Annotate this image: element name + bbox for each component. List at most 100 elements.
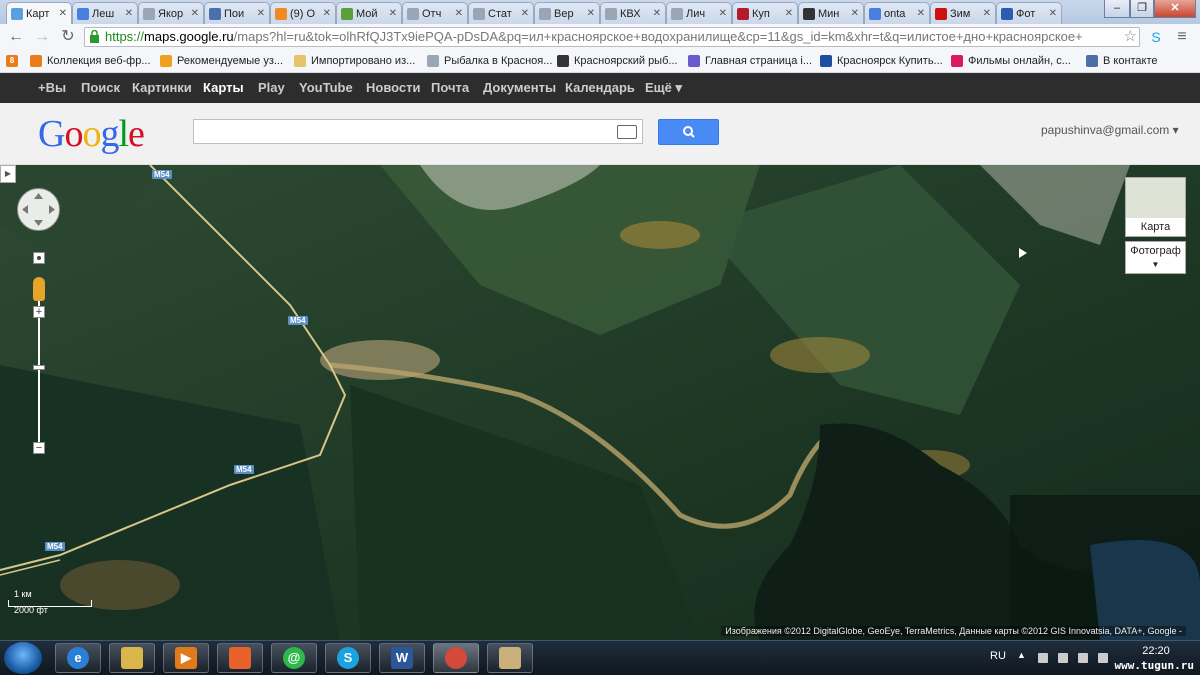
tab-title: Куп xyxy=(752,7,770,20)
pan-control-icon[interactable] xyxy=(16,187,61,232)
gbar-link[interactable]: Play xyxy=(258,80,285,95)
bookmark-item[interactable]: Главная страница i... xyxy=(688,53,812,69)
browser-tab[interactable]: Отч ✕ xyxy=(402,2,468,24)
gbar-link[interactable]: Календарь xyxy=(565,80,635,95)
clock[interactable]: 22:20 xyxy=(1138,645,1174,657)
browser-tab[interactable]: Леш ✕ xyxy=(72,2,138,24)
taskbar-folder-button[interactable] xyxy=(487,643,533,673)
bookmark-item[interactable]: Рыбалка в Красноя... xyxy=(427,53,552,69)
tab-close-icon[interactable]: ✕ xyxy=(191,8,199,19)
bookmark-star-icon[interactable]: ☆ xyxy=(1124,28,1137,46)
language-indicator[interactable]: RU xyxy=(990,650,1006,662)
bookmarks-bar: 8 Коллекция веб-фр... Рекомендуемые уз...… xyxy=(0,50,1200,73)
tab-close-icon[interactable]: ✕ xyxy=(323,8,331,19)
gbar-link[interactable]: Ещё ▾ xyxy=(645,80,682,96)
search-button[interactable] xyxy=(658,119,719,145)
gbar-link[interactable]: +Вы xyxy=(38,80,66,95)
minimize-button[interactable]: – xyxy=(1104,0,1130,18)
browser-tab[interactable]: onta ✕ xyxy=(864,2,930,24)
collapse-panel-button[interactable]: ▶ xyxy=(0,165,16,183)
gbar-link[interactable]: Картинки xyxy=(132,80,192,95)
bookmark-item[interactable]: Красноярский рыб... xyxy=(557,53,678,69)
browser-tab[interactable]: Фот ✕ xyxy=(996,2,1062,24)
taskbar-gallery-button[interactable] xyxy=(217,643,263,673)
gbar-link[interactable]: Новости xyxy=(366,80,421,95)
apps-icon[interactable]: 8 xyxy=(6,53,23,69)
account-email[interactable]: papushinva@gmail.com ▾ xyxy=(1041,123,1179,137)
bookmark-item[interactable]: Рекомендуемые уз... xyxy=(160,53,283,69)
skype-extension-icon[interactable]: S xyxy=(1146,27,1166,47)
taskbar-skype-button[interactable]: S xyxy=(325,643,371,673)
reload-icon[interactable]: ↻ xyxy=(58,27,78,47)
network-icon[interactable] xyxy=(1058,653,1068,663)
tab-favicon-icon xyxy=(737,7,749,20)
gbar-link[interactable]: Почта xyxy=(431,80,469,95)
browser-tab[interactable]: Карт ✕ xyxy=(6,2,72,24)
zoom-in-button[interactable]: + xyxy=(33,306,45,318)
back-icon[interactable]: ← xyxy=(6,27,26,47)
gbar-link[interactable]: YouTube xyxy=(299,80,353,95)
taskbar-word-button[interactable]: W xyxy=(379,643,425,673)
maptype-map-thumbnail[interactable]: Карта xyxy=(1125,177,1186,237)
bookmark-item[interactable]: Коллекция веб-фр... xyxy=(30,53,151,69)
address-bar[interactable]: https://maps.google.ru/maps?hl=ru&tok=ol… xyxy=(84,27,1140,47)
tab-close-icon[interactable]: ✕ xyxy=(125,8,133,19)
zoom-slider-handle[interactable] xyxy=(33,365,45,370)
gbar-link[interactable]: Поиск xyxy=(81,80,120,95)
tab-close-icon[interactable]: ✕ xyxy=(983,8,991,19)
gbar-link[interactable]: Карты xyxy=(203,80,244,95)
tab-close-icon[interactable]: ✕ xyxy=(389,8,397,19)
close-window-button[interactable]: ✕ xyxy=(1154,0,1196,18)
expand-arrow-icon[interactable] xyxy=(1019,248,1027,258)
browser-tab[interactable]: Пои ✕ xyxy=(204,2,270,24)
browser-tab[interactable]: Куп ✕ xyxy=(732,2,798,24)
map-canvas[interactable]: M54 M54 M54 M54 ▶ + − Карта Фотограф ▼ 1… xyxy=(0,165,1200,640)
start-button[interactable] xyxy=(4,642,42,674)
tab-close-icon[interactable]: ✕ xyxy=(59,8,67,19)
browser-tab[interactable]: Лич ✕ xyxy=(666,2,732,24)
tab-close-icon[interactable]: ✕ xyxy=(587,8,595,19)
maximize-button[interactable]: ❐ xyxy=(1130,0,1154,18)
tab-close-icon[interactable]: ✕ xyxy=(521,8,529,19)
tab-close-icon[interactable]: ✕ xyxy=(917,8,925,19)
tab-close-icon[interactable]: ✕ xyxy=(455,8,463,19)
bookmark-item[interactable]: В контакте xyxy=(1086,53,1158,69)
browser-tab[interactable]: Вер ✕ xyxy=(534,2,600,24)
tab-close-icon[interactable]: ✕ xyxy=(653,8,661,19)
zoom-slider-track[interactable] xyxy=(38,301,40,453)
menu-icon[interactable]: ≡ xyxy=(1172,27,1192,47)
taskbar-explorer-button[interactable] xyxy=(109,643,155,673)
street-view-pegman-icon[interactable] xyxy=(33,277,45,301)
browser-tab[interactable]: Мин ✕ xyxy=(798,2,864,24)
browser-tab[interactable]: Зим ✕ xyxy=(930,2,996,24)
maptype-photo-dropdown[interactable]: Фотограф ▼ xyxy=(1125,241,1186,274)
bookmark-item[interactable]: Красноярск Купить... xyxy=(820,53,943,69)
taskbar-ie-button[interactable]: e xyxy=(55,643,101,673)
google-logo[interactable]: Google xyxy=(38,112,145,156)
keyboard-icon[interactable] xyxy=(617,125,637,139)
taskbar-mail-agent-button[interactable]: @ xyxy=(271,643,317,673)
browser-tab[interactable]: (9) О ✕ xyxy=(270,2,336,24)
taskbar-chrome-button[interactable] xyxy=(433,643,479,673)
forward-icon[interactable]: → xyxy=(32,27,52,47)
volume-icon[interactable] xyxy=(1098,653,1108,663)
tab-close-icon[interactable]: ✕ xyxy=(1049,8,1057,19)
taskbar-media-button[interactable]: ▶ xyxy=(163,643,209,673)
tab-close-icon[interactable]: ✕ xyxy=(785,8,793,19)
browser-tab[interactable]: Стат ✕ xyxy=(468,2,534,24)
tab-close-icon[interactable]: ✕ xyxy=(851,8,859,19)
bookmark-item[interactable]: Фильмы онлайн, с... xyxy=(951,53,1071,69)
bookmark-item[interactable]: Импортировано из... xyxy=(294,53,415,69)
gbar-link[interactable]: Документы xyxy=(483,80,556,95)
show-hidden-icons-icon[interactable]: ▲ xyxy=(1017,650,1026,660)
flag-icon[interactable] xyxy=(1038,653,1048,663)
zoom-out-button[interactable]: − xyxy=(33,442,45,454)
search-input[interactable] xyxy=(193,119,643,144)
browser-tab[interactable]: КВХ ✕ xyxy=(600,2,666,24)
battery-icon[interactable] xyxy=(1078,653,1088,663)
browser-tab[interactable]: Мой ✕ xyxy=(336,2,402,24)
tab-close-icon[interactable]: ✕ xyxy=(719,8,727,19)
center-map-button[interactable] xyxy=(33,252,45,264)
tab-close-icon[interactable]: ✕ xyxy=(257,8,265,19)
browser-tab[interactable]: Якор ✕ xyxy=(138,2,204,24)
